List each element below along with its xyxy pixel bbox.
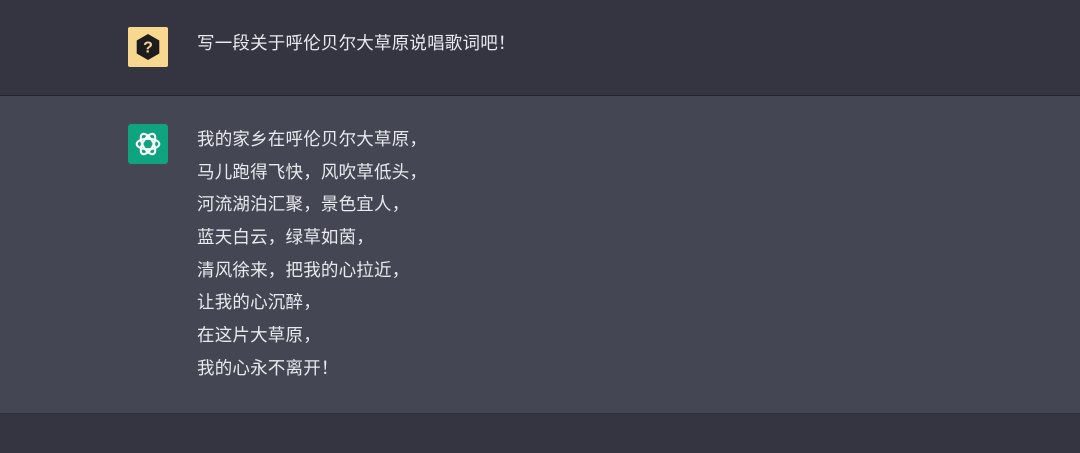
lyric-line: 让我的心沉醉， [197,293,321,314]
user-message: ? 写一段关于呼伦贝尔大草原说唱歌词吧！ [0,0,1080,96]
assistant-message: 我的家乡在呼伦贝尔大草原， 马儿跑得飞快，风吹草低头， 河流湖泊汇聚，景色宜人，… [0,96,1080,414]
svg-text:?: ? [143,40,153,57]
openai-logo-icon [135,132,161,156]
lyric-line: 清风徐来，把我的心拉近， [197,260,410,281]
question-mark-badge-icon: ? [136,34,160,60]
assistant-avatar [128,124,168,164]
lyric-line: 在这片大草原， [197,326,321,347]
lyric-line: 河流湖泊汇聚，景色宜人， [197,195,410,216]
lyric-line: 蓝天白云，绿草如茵， [197,228,374,249]
chat-footer-area [0,414,1080,453]
lyric-line: 我的心永不离开！ [197,358,339,379]
chat-thread: ? 写一段关于呼伦贝尔大草原说唱歌词吧！ 我的家乡在呼伦贝尔大草原， 马儿跑得飞… [0,0,1080,453]
user-message-text: 写一段关于呼伦贝尔大草原说唱歌词吧！ [197,34,516,54]
assistant-lyrics: 我的家乡在呼伦贝尔大草原， 马儿跑得飞快，风吹草低头， 河流湖泊汇聚，景色宜人，… [197,124,427,386]
user-avatar: ? [128,27,168,67]
lyric-line: 马儿跑得飞快，风吹草低头， [197,162,428,183]
lyric-line: 我的家乡在呼伦贝尔大草原， [197,130,428,150]
